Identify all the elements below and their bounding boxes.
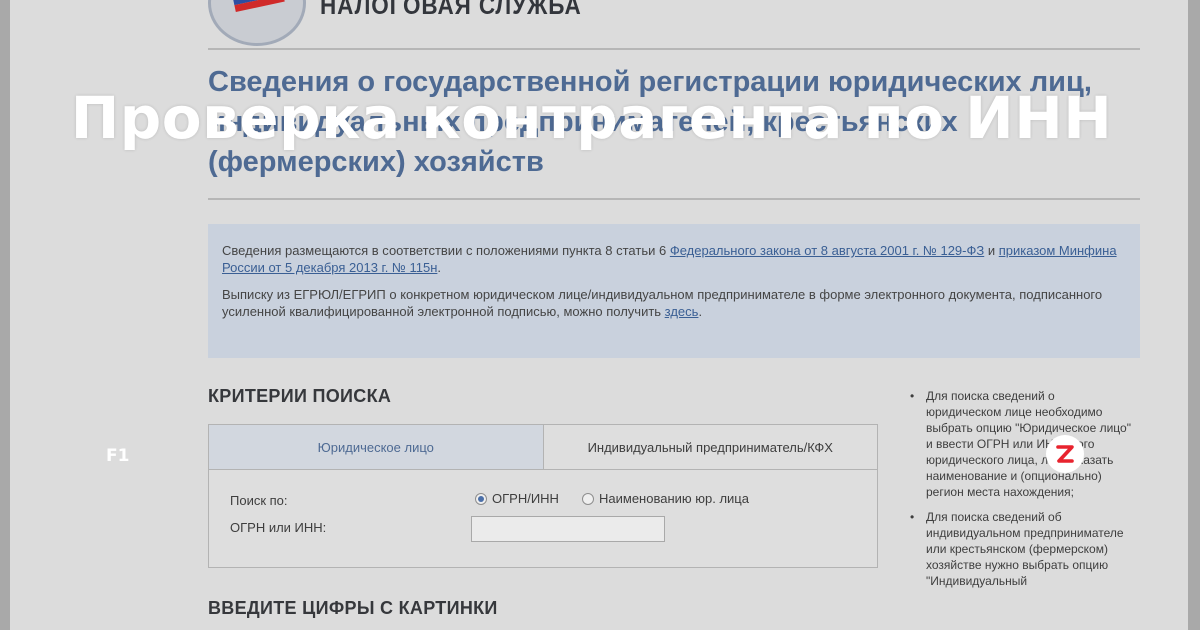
service-name: НАЛОГОВАЯ СЛУЖБА: [320, 0, 582, 20]
entity-type-tabs: Юридическое лицо Индивидуальный предприн…: [209, 425, 877, 470]
federal-law-link[interactable]: Федерального закона от 8 августа 2001 г.…: [670, 243, 984, 258]
inn-input[interactable]: [471, 516, 665, 542]
tab-individual-entrepreneur[interactable]: Индивидуальный предприниматель/КФХ: [544, 425, 878, 469]
search-by-label: Поиск по:: [230, 493, 288, 508]
radio-ogrn-inn[interactable]: ОГРН/ИНН: [475, 491, 559, 506]
info-paragraph-extract: Выписку из ЕГРЮЛ/ЕГРИП о конкретном юрид…: [222, 287, 1103, 319]
radio-selected-icon[interactable]: [475, 492, 487, 505]
search-hints-list: Для поиска сведений о юридическом лице н…: [908, 388, 1133, 598]
fns-emblem-icon: [208, 0, 306, 46]
zen-logo-icon[interactable]: [1046, 435, 1084, 473]
info-paragraph-law: Сведения размещаются в соответствии с по…: [222, 243, 1117, 275]
zen-z-icon: [1056, 445, 1074, 463]
tab-legal-entity[interactable]: Юридическое лицо: [209, 425, 544, 469]
hint-individual: Для поиска сведений об индивидуальном пр…: [908, 509, 1133, 589]
radio-unselected-icon[interactable]: [582, 492, 594, 505]
info-box: Сведения размещаются в соответствии с по…: [208, 224, 1140, 358]
search-form: Юридическое лицо Индивидуальный предприн…: [208, 424, 878, 568]
inn-label: ОГРН или ИНН:: [230, 520, 327, 535]
overlay-title: Проверка контрагента по ИНН: [70, 84, 1113, 152]
search-criteria-heading: КРИТЕРИИ ПОИСКА: [208, 386, 392, 406]
radio-entity-name[interactable]: Наименованию юр. лица: [582, 491, 749, 506]
extract-here-link[interactable]: здесь: [665, 304, 699, 319]
captcha-heading: ВВЕДИТЕ ЦИФРЫ С КАРТИНКИ: [208, 598, 498, 618]
channel-label: F1: [106, 446, 130, 466]
header-divider: [208, 48, 1140, 50]
russian-flag-icon: [231, 0, 285, 12]
hint-legal-entity: Для поиска сведений о юридическом лице н…: [908, 388, 1133, 500]
title-divider: [208, 198, 1140, 200]
